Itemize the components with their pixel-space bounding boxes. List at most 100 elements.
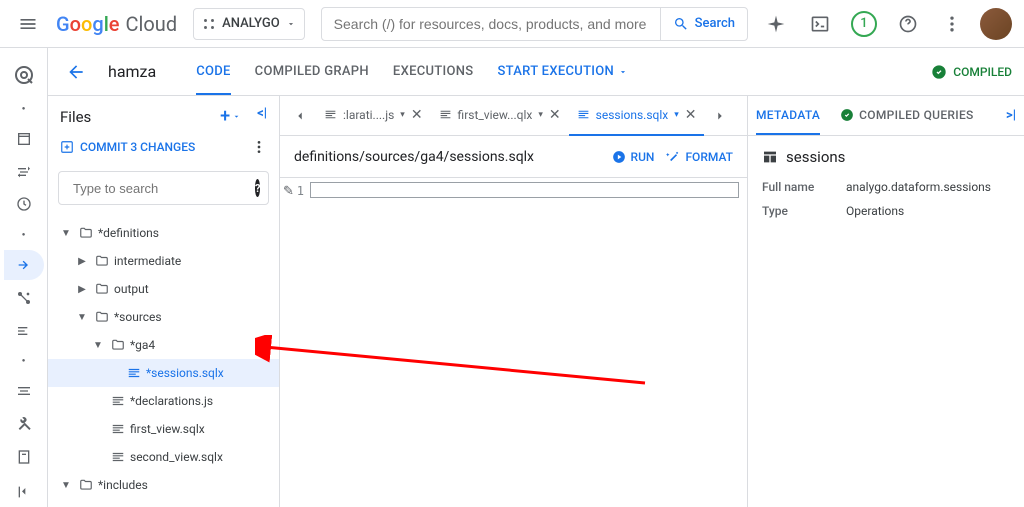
tree-item[interactable]: first_view.sqlx — [48, 415, 279, 443]
tab-prev-icon[interactable] — [284, 100, 316, 132]
editor-tab[interactable]: sessions.sqlx▾✕ — [569, 96, 705, 136]
line-number: 1 — [280, 178, 310, 507]
more-vert-icon[interactable] — [251, 139, 267, 155]
ai-suggest-icon[interactable]: ✎ — [283, 184, 294, 199]
close-tab-icon[interactable]: ✕ — [411, 107, 423, 123]
sidebar-dataform-icon[interactable] — [4, 56, 44, 94]
file-icon — [577, 108, 590, 121]
back-button[interactable] — [60, 62, 92, 82]
check-circle-icon — [840, 108, 854, 122]
format-button[interactable]: FORMAT — [666, 150, 733, 164]
search-button[interactable]: Search — [660, 8, 747, 40]
hamburger-menu-icon[interactable] — [8, 4, 48, 44]
editor-panel: :larati....js▾✕ first_view...qlx▾✕ sessi… — [280, 96, 748, 507]
tree-item[interactable]: ▼*includes — [48, 471, 279, 499]
tree-item[interactable]: ▼*sources — [48, 303, 279, 331]
search-wrap: Search — [321, 7, 748, 41]
tree-item[interactable]: *sessions.sqlx — [48, 359, 279, 387]
trial-badge[interactable]: 1 — [844, 4, 884, 44]
chevron-down-icon — [286, 19, 296, 29]
close-tab-icon[interactable]: ✕ — [549, 107, 561, 123]
logo-product: Cloud — [126, 12, 178, 36]
sidebar-item-9[interactable]: ● — [4, 348, 44, 374]
mini-sidebar: ● ● ● — [0, 48, 48, 507]
file-search-input[interactable] — [73, 181, 249, 196]
metadata-tabs: METADATA COMPILED QUERIES >| — [748, 96, 1024, 136]
sidebar-item-2[interactable] — [4, 123, 44, 154]
filepath: definitions/sources/ga4/sessions.sqlx — [294, 149, 600, 165]
file-search[interactable]: ? — [58, 171, 269, 205]
tree-item[interactable]: ▶output — [48, 275, 279, 303]
tab-compiled-graph[interactable]: COMPILED GRAPH — [255, 48, 369, 95]
tab-code[interactable]: CODE — [196, 48, 230, 95]
search-help-icon[interactable]: ? — [255, 179, 260, 197]
tree-item[interactable]: *declarations.js — [48, 387, 279, 415]
sidebar-item-4[interactable] — [4, 189, 44, 220]
sidebar-item-6[interactable] — [4, 250, 44, 281]
collapse-panel-button[interactable]: <| — [257, 106, 267, 127]
tab-metadata[interactable]: METADATA — [756, 96, 820, 135]
logo[interactable]: Google Cloud — [56, 12, 177, 36]
code-editor[interactable]: ✎ 1 — [280, 178, 747, 507]
table-icon — [762, 149, 778, 165]
sidebar-item-11[interactable] — [4, 409, 44, 440]
files-title: Files — [60, 108, 91, 126]
editor-tab[interactable]: first_view...qlx▾✕ — [431, 96, 569, 136]
tab-executions[interactable]: EXECUTIONS — [393, 48, 474, 95]
tree-item[interactable]: second_view.sqlx — [48, 443, 279, 471]
files-panel: Files + <| COMMIT 3 CHANGES — [48, 96, 280, 507]
plus-square-icon — [60, 140, 74, 154]
code-line[interactable] — [310, 182, 739, 198]
subheader-tabs: CODE COMPILED GRAPH EXECUTIONS START EXE… — [196, 48, 628, 95]
run-button[interactable]: RUN — [612, 150, 655, 164]
sidebar-item-8[interactable] — [4, 315, 44, 346]
close-tab-icon[interactable]: ✕ — [685, 107, 697, 123]
editor-tab[interactable]: :larati....js▾✕ — [316, 96, 431, 136]
file-icon — [439, 108, 452, 121]
project-selector[interactable]: ANALYGO — [193, 8, 305, 40]
commit-changes-button[interactable]: COMMIT 3 CHANGES — [60, 140, 195, 154]
tree-item[interactable]: ▶intermediate — [48, 247, 279, 275]
sidebar-collapse-icon[interactable] — [4, 476, 44, 507]
check-circle-icon — [931, 64, 947, 80]
metadata-row: Full nameanalygo.dataform.sessions — [762, 180, 1010, 194]
subheader: hamza CODE COMPILED GRAPH EXECUTIONS STA… — [48, 48, 1024, 96]
search-icon — [673, 16, 689, 32]
search-input[interactable] — [322, 8, 660, 40]
project-name: ANALYGO — [222, 16, 280, 31]
cloud-shell-icon[interactable] — [800, 4, 840, 44]
tab-compiled-queries[interactable]: COMPILED QUERIES — [840, 96, 973, 135]
wand-icon — [666, 150, 680, 164]
tab-next-icon[interactable] — [704, 100, 736, 132]
chevron-down-icon — [618, 67, 628, 77]
tree-item[interactable]: ▼*definitions — [48, 219, 279, 247]
metadata-panel: METADATA COMPILED QUERIES >| sessions Fu… — [748, 96, 1024, 507]
sidebar-item-5[interactable]: ● — [4, 222, 44, 248]
expand-panel-button[interactable]: >| — [1006, 108, 1016, 123]
avatar[interactable] — [976, 4, 1016, 44]
workspace-name: hamza — [108, 62, 156, 81]
header: Google Cloud ANALYGO Search 1 — [0, 0, 1024, 48]
tree-item[interactable]: ▼*ga4 — [48, 331, 279, 359]
editor-tabs: :larati....js▾✕ first_view...qlx▾✕ sessi… — [280, 96, 747, 136]
start-execution-button[interactable]: START EXECUTION — [497, 48, 628, 95]
more-vert-icon[interactable] — [932, 4, 972, 44]
file-icon — [324, 108, 337, 121]
sidebar-item-12[interactable] — [4, 441, 44, 472]
logo-brand: Google — [56, 12, 120, 36]
metadata-row: TypeOperations — [762, 204, 1010, 218]
header-actions: 1 — [756, 4, 1016, 44]
compiled-badge: COMPILED — [931, 64, 1012, 80]
play-circle-icon — [612, 150, 626, 164]
tree-item[interactable]: *constants.js — [48, 499, 279, 507]
editor-path-row: definitions/sources/ga4/sessions.sqlx RU… — [280, 136, 747, 178]
new-file-button[interactable]: + — [220, 106, 241, 127]
sidebar-item-1[interactable]: ● — [4, 96, 44, 122]
metadata-title: sessions — [762, 148, 1010, 166]
gemini-icon[interactable] — [756, 4, 796, 44]
help-icon[interactable] — [888, 4, 928, 44]
sidebar-item-10[interactable] — [4, 376, 44, 407]
file-tree: ▼*definitions▶intermediate▶output▼*sourc… — [48, 211, 279, 507]
sidebar-item-3[interactable] — [4, 156, 44, 187]
sidebar-item-7[interactable] — [4, 282, 44, 313]
